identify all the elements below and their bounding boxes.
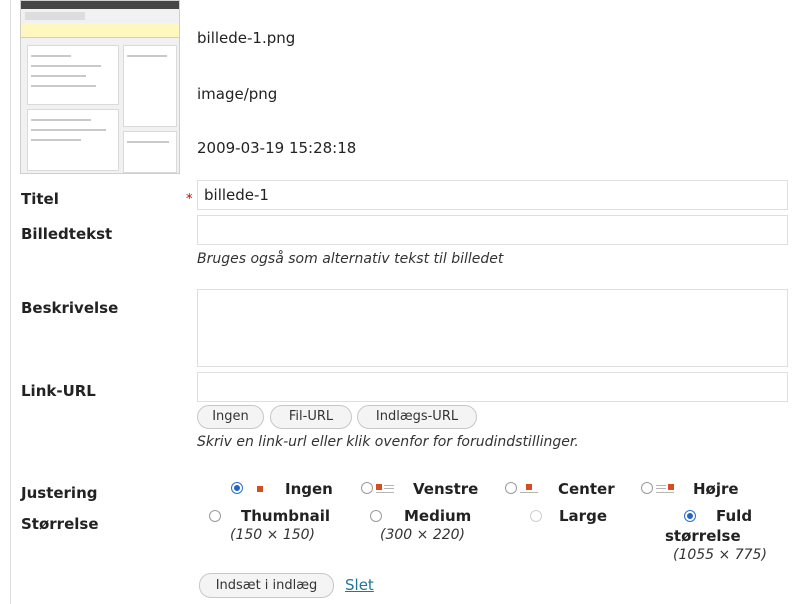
size-full-label: Fuld <box>716 507 753 525</box>
title-input[interactable] <box>197 180 788 210</box>
image-thumbnail <box>20 0 180 174</box>
size-thumbnail-label: Thumbnail <box>241 507 331 525</box>
align-right-icon <box>656 484 674 495</box>
size-large-label: Large <box>559 507 607 525</box>
align-center-radio[interactable] <box>505 482 517 494</box>
file-type: image/png <box>197 85 278 103</box>
link-url-label: Link-URL <box>21 382 96 400</box>
align-left-label: Venstre <box>413 480 479 498</box>
size-large-radio[interactable] <box>530 510 542 522</box>
delete-link[interactable]: Slet <box>345 576 374 594</box>
size-medium-radio[interactable] <box>370 510 382 522</box>
caption-input[interactable] <box>197 215 788 245</box>
align-none-icon <box>251 484 269 495</box>
align-none-radio[interactable] <box>231 482 243 494</box>
size-thumbnail-radio[interactable] <box>209 510 221 522</box>
alignment-label: Justering <box>21 484 98 502</box>
caption-label: Billedtekst <box>21 225 113 243</box>
file-url-button[interactable]: Fil-URL <box>270 405 352 429</box>
align-center-label: Center <box>558 480 615 498</box>
insert-into-post-button[interactable]: Indsæt i indlæg <box>199 573 334 598</box>
align-left-icon <box>376 484 394 495</box>
align-left-radio[interactable] <box>361 482 373 494</box>
caption-help: Bruges også som alternativ tekst til bil… <box>197 251 504 267</box>
size-full-dims: (1055 × 775) <box>673 547 767 563</box>
file-name: billede-1.png <box>197 29 296 47</box>
size-label: Størrelse <box>21 515 99 533</box>
align-none-label: Ingen <box>285 480 333 498</box>
left-border <box>10 0 11 604</box>
title-label: Titel <box>21 190 59 208</box>
size-thumbnail-dims: (150 × 150) <box>230 527 315 543</box>
post-url-button[interactable]: Indlægs-URL <box>357 405 477 429</box>
align-center-icon <box>520 484 538 495</box>
size-medium-label: Medium <box>404 507 472 525</box>
size-medium-dims: (300 × 220) <box>380 527 465 543</box>
align-right-radio[interactable] <box>641 482 653 494</box>
link-none-button[interactable]: Ingen <box>197 405 264 429</box>
size-full-radio[interactable] <box>684 510 696 522</box>
upload-date: 2009-03-19 15:28:18 <box>197 139 357 157</box>
required-marker: * <box>186 192 193 207</box>
description-textarea[interactable] <box>197 289 788 367</box>
link-url-input[interactable] <box>197 372 788 402</box>
description-label: Beskrivelse <box>21 299 119 317</box>
align-right-label: Højre <box>693 480 739 498</box>
link-url-help: Skriv en link-url eller klik ovenfor for… <box>197 434 579 450</box>
size-full-label-line2: størrelse <box>665 527 741 545</box>
